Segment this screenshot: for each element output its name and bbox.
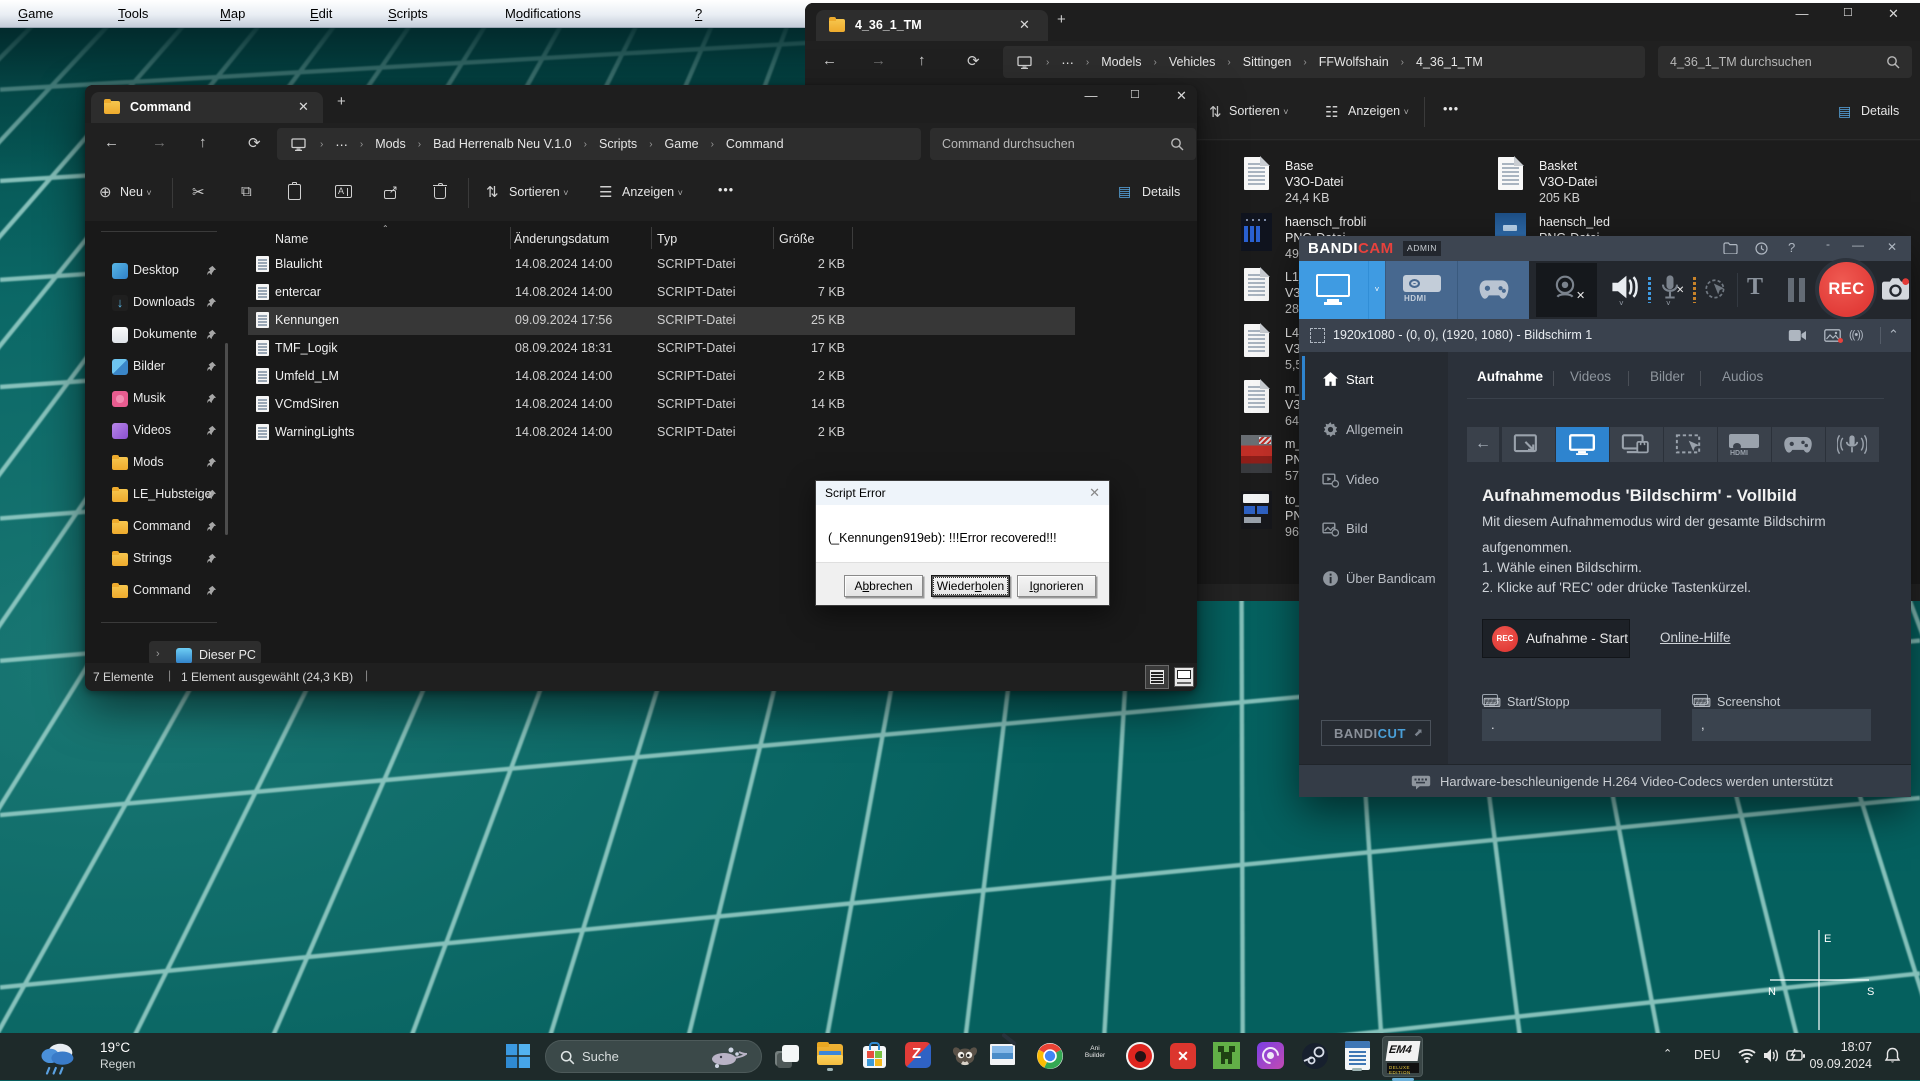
svg-text:E: E — [1824, 933, 1831, 945]
svg-text:N: N — [1768, 986, 1776, 998]
svg-text:S: S — [1867, 986, 1874, 998]
